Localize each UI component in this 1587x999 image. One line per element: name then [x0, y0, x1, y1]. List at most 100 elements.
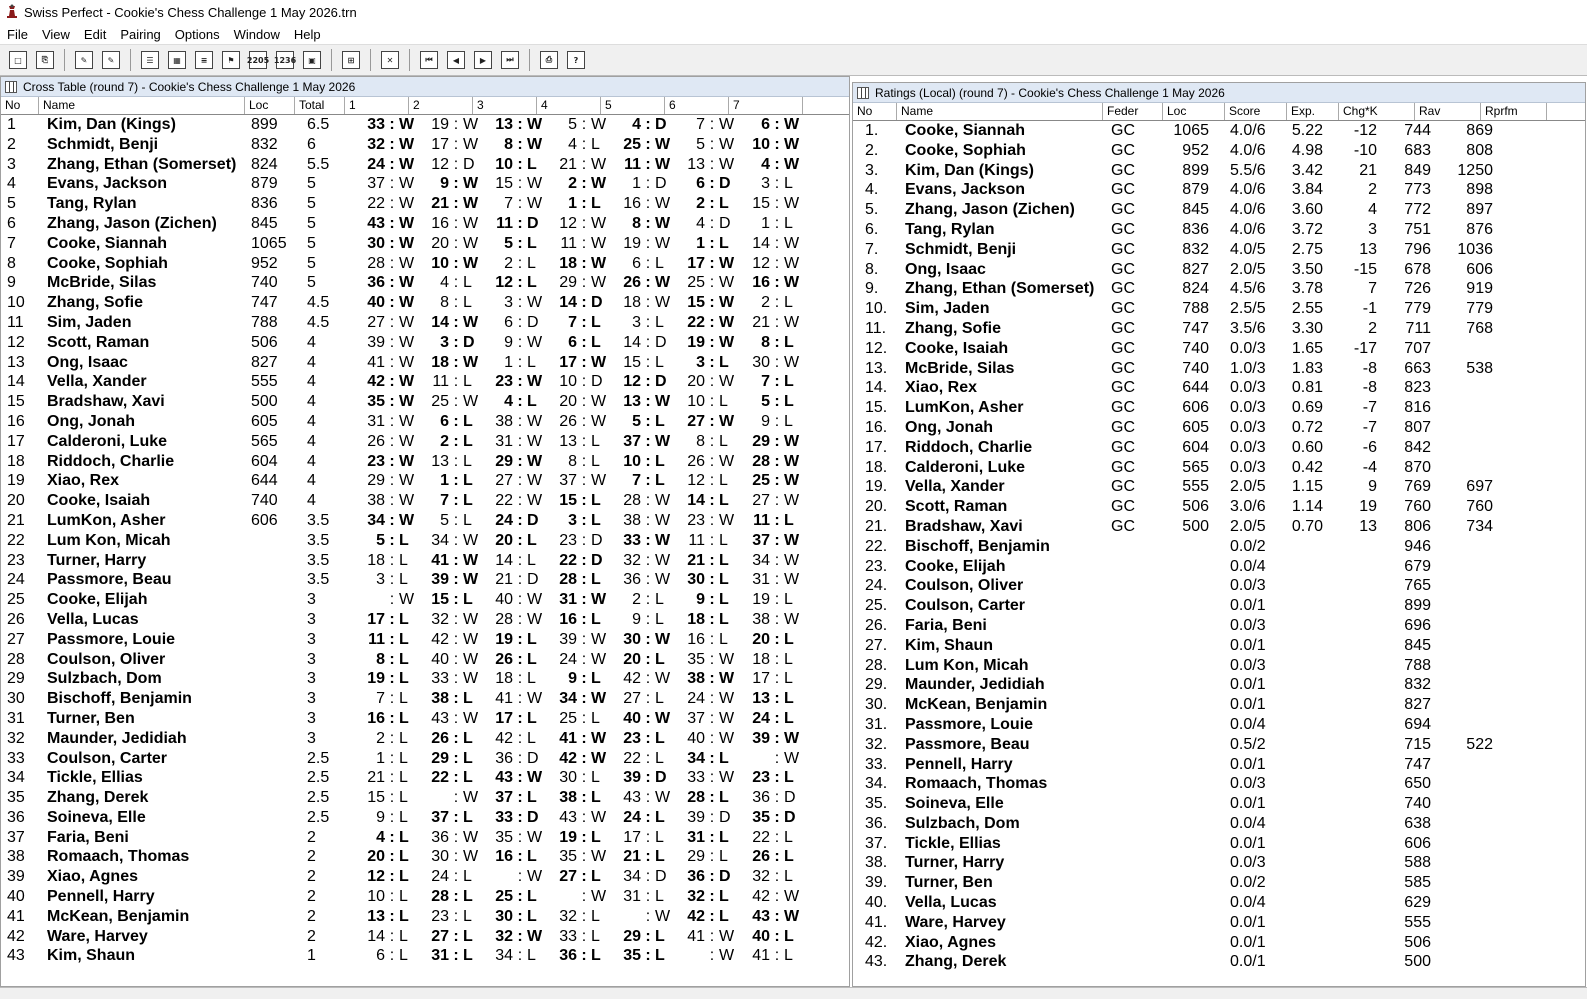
ratings-header-rprfm[interactable]: Rprfm	[1481, 103, 1547, 120]
table-row[interactable]: 41 McKean, Benjamin 2 13: L 23: L 30: L 32: L: W 42:…	[1, 907, 849, 927]
table-row[interactable]: 18 Riddoch, Charlie 604 4 23: W 13: L 29: W 8: L 10:…	[1, 452, 849, 472]
table-row[interactable]: 5 Tang, Rylan 836 5 22: W 21: W 7: W 1: L 16: W 2: L 15:…	[1, 194, 849, 214]
table-row[interactable]: 16. Ong, Jonah GC 605 0.0/3 0.72 -7 807	[853, 418, 1585, 438]
pencil-check-button[interactable]: ✎	[99, 48, 123, 72]
cross-header-5[interactable]: 5	[601, 97, 665, 114]
new-tournament-button[interactable]: □	[6, 48, 30, 72]
ratings-header-loc[interactable]: Loc	[1163, 103, 1225, 120]
table-row[interactable]: 9 McBride, Silas 740 5 36: W 4: L 12: L 29: W 26: W 25…	[1, 273, 849, 293]
table-row[interactable]: 34. Romaach, Thomas 0.0/3 650	[853, 774, 1585, 794]
table-row[interactable]: 29. Maunder, Jedidiah 0.0/1 832	[853, 675, 1585, 695]
table-row[interactable]: 12 Scott, Raman 506 4 39: W 3: D 9: W 6: L 14: D 19: W 8…	[1, 333, 849, 353]
table-row[interactable]: 8. Ong, Isaac GC 827 2.0/5 3.50 -15 678 606	[853, 260, 1585, 280]
table-row[interactable]: 22 Lum Kon, Micah 3.5 5: L 34: W 20: L 23: D 33: W 11…	[1, 531, 849, 551]
ratings-header-name[interactable]: Name	[897, 103, 1103, 120]
flags-button[interactable]: ⚑	[219, 48, 243, 72]
menu-item-options[interactable]: Options	[168, 27, 227, 42]
table-row[interactable]: 27 Passmore, Louie 3 11: L 42: W 19: L 39: W 30: W 16…	[1, 630, 849, 650]
table-row[interactable]: 27. Kim, Shaun 0.0/1 845	[853, 636, 1585, 656]
table-row[interactable]: 42. Xiao, Agnes 0.0/1 506	[853, 933, 1585, 953]
table-row[interactable]: 33. Pennell, Harry 0.0/1 747	[853, 755, 1585, 775]
table-row[interactable]: 21 LumKon, Asher 606 3.5 34: W 5: L 24: D 3: L 38: W 2…	[1, 511, 849, 531]
table-row[interactable]: 28. Lum Kon, Micah 0.0/3 788	[853, 656, 1585, 676]
table-row[interactable]: 36 Soineva, Elle 2.5 9: L 37: L 33: D 43: W 24: L 39:…	[1, 808, 849, 828]
ratings-header-feder[interactable]: Feder	[1103, 103, 1163, 120]
cross-header-6[interactable]: 6	[665, 97, 729, 114]
table-row[interactable]: 26 Vella, Lucas 3 17: L 32: W 28: W 16: L 9: L 18: L 38…	[1, 610, 849, 630]
open-tournament-button[interactable]: ⎘	[33, 48, 57, 72]
cross-header-3[interactable]: 3	[473, 97, 537, 114]
table-row[interactable]: 34 Tickle, Ellias 2.5 21: L 22: L 43: W 30: L 39: D 3…	[1, 768, 849, 788]
prev-round-button[interactable]: ◀	[444, 48, 468, 72]
score-2205-button[interactable]: 2205	[246, 48, 270, 72]
table-row[interactable]: 26. Faria, Beni 0.0/3 696	[853, 616, 1585, 636]
table-row[interactable]: 28 Coulson, Oliver 3 8: L 40: W 26: L 24: W 20: L 35:…	[1, 650, 849, 670]
cross-header-name[interactable]: Name	[39, 97, 245, 114]
ratings-header-chgk[interactable]: Chg*K	[1339, 103, 1415, 120]
cross-header-7[interactable]: 7	[729, 97, 803, 114]
table-row[interactable]: 4. Evans, Jackson GC 879 4.0/6 3.84 2 773 898	[853, 180, 1585, 200]
next-round-button[interactable]: ▶	[471, 48, 495, 72]
table-row[interactable]: 19. Vella, Xander GC 555 2.0/5 1.15 9 769 697	[853, 477, 1585, 497]
cross-header-loc[interactable]: Loc	[245, 97, 295, 114]
table-row[interactable]: 35 Zhang, Derek 2.5 15: L: W 37: L 38: L 43: W 28: L 3…	[1, 788, 849, 808]
table-row[interactable]: 18. Calderoni, Luke GC 565 0.0/3 0.42 -4 870	[853, 458, 1585, 478]
table-row[interactable]: 19 Xiao, Rex 644 4 29: W 1: L 27: W 37: W 7: L 12: L 25:…	[1, 471, 849, 491]
last-round-button[interactable]: ⏭	[498, 48, 522, 72]
table-row[interactable]: 39 Xiao, Agnes 2 12: L 24: L: W 27: L 34: D 36: D 32: L	[1, 867, 849, 887]
table-row[interactable]: 10. Sim, Jaden GC 788 2.5/5 2.55 -1 779 779	[853, 299, 1585, 319]
cross-table-button[interactable]: ▦	[165, 48, 189, 72]
menu-item-edit[interactable]: Edit	[77, 27, 113, 42]
table-row[interactable]: 21. Bradshaw, Xavi GC 500 2.0/5 0.70 13 806 734	[853, 517, 1585, 537]
cross-header-total[interactable]: Total	[295, 97, 345, 114]
table-row[interactable]: 14. Xiao, Rex GC 644 0.0/3 0.81 -8 823	[853, 378, 1585, 398]
table-button[interactable]: ⊞	[339, 48, 363, 72]
help-button[interactable]: ?	[564, 48, 588, 72]
table-row[interactable]: 20. Scott, Raman GC 506 3.0/6 1.14 19 760 760	[853, 497, 1585, 517]
table-row[interactable]: 32 Maunder, Jedidiah 3 2: L 26: L 42: L 41: W 23: L 4…	[1, 729, 849, 749]
ratings-header-rav[interactable]: Rav	[1415, 103, 1481, 120]
table-row[interactable]: 25. Coulson, Carter 0.0/1 899	[853, 596, 1585, 616]
cross-header-1[interactable]: 1	[345, 97, 409, 114]
table-row[interactable]: 23. Cooke, Elijah 0.0/4 679	[853, 557, 1585, 577]
table-row[interactable]: 3 Zhang, Ethan (Somerset) 824 5.5 24: W 12: D 10…	[1, 155, 849, 175]
table-row[interactable]: 1. Cooke, Siannah GC 1065 4.0/6 5.22 -12 744 869	[853, 121, 1585, 141]
table-row[interactable]: 2. Cooke, Sophiah GC 952 4.0/6 4.98 -10 683 808	[853, 141, 1585, 161]
table-row[interactable]: 29 Sulzbach, Dom 3 19: L 33: W 18: L 9: L 42: W 38: W 1…	[1, 669, 849, 689]
table-row[interactable]: 6. Tang, Rylan GC 836 4.0/6 3.72 3 751 876	[853, 220, 1585, 240]
cross-header-2[interactable]: 2	[409, 97, 473, 114]
table-row[interactable]: 35. Soineva, Elle 0.0/1 740	[853, 794, 1585, 814]
menu-item-window[interactable]: Window	[227, 27, 287, 42]
table-row[interactable]: 12. Cooke, Isaiah GC 740 0.0/3 1.65 -17 707	[853, 339, 1585, 359]
cross-header-no[interactable]: No	[1, 97, 39, 114]
table-row[interactable]: 43 Kim, Shaun 1 6: L 31: L 34: L 36: L 35: L: W 41: L	[1, 946, 849, 966]
menu-item-view[interactable]: View	[35, 27, 77, 42]
table-row[interactable]: 8 Cooke, Sophiah 952 5 28: W 10: W 2: L 18: W 6: L 17:…	[1, 254, 849, 274]
table-row[interactable]: 14 Vella, Xander 555 4 42: W 11: L 23: W 10: D 12: D 2…	[1, 372, 849, 392]
table-row[interactable]: 33 Coulson, Carter 2.5 1: L 29: L 36: D 42: W 22: L 3…	[1, 749, 849, 769]
table-row[interactable]: 20 Cooke, Isaiah 740 4 38: W 7: L 22: W 15: L 28: W 14…	[1, 491, 849, 511]
table-row[interactable]: 31 Turner, Ben 3 16: L 43: W 17: L 25: L 40: W 37: W 24…	[1, 709, 849, 729]
table-row[interactable]: 13. McBride, Silas GC 740 1.0/3 1.83 -8 663 538	[853, 359, 1585, 379]
print-button[interactable]: ⎙	[537, 48, 561, 72]
table-row[interactable]: 6 Zhang, Jason (Zichen) 845 5 43: W 16: W 11: D 12…	[1, 214, 849, 234]
table-row[interactable]: 40 Pennell, Harry 2 10: L 28: L 25: L: W 31: L 32: L 4…	[1, 887, 849, 907]
table-row[interactable]: 31. Passmore, Louie 0.0/4 694	[853, 715, 1585, 735]
menu-item-help[interactable]: Help	[287, 27, 328, 42]
table-row[interactable]: 36. Sulzbach, Dom 0.0/4 638	[853, 814, 1585, 834]
table-row[interactable]: 23 Turner, Harry 3.5 18: L 41: W 14: L 22: D 32: W 21…	[1, 551, 849, 571]
pencil-button[interactable]: ✎	[72, 48, 96, 72]
table-row[interactable]: 41. Ware, Harvey 0.0/1 555	[853, 913, 1585, 933]
table-row[interactable]: 2 Schmidt, Benji 832 6 32: W 17: W 8: W 4: L 25: W 5: W…	[1, 135, 849, 155]
table-row[interactable]: 24 Passmore, Beau 3.5 3: L 39: W 21: D 28: L 36: W 30…	[1, 570, 849, 590]
table-row[interactable]: 3. Kim, Dan (Kings) GC 899 5.5/6 3.42 21 849 125…	[853, 161, 1585, 181]
ratings-header-exp[interactable]: Exp.	[1287, 103, 1339, 120]
table-row[interactable]: 9. Zhang, Ethan (Somerset) GC 824 4.5/6 3.78 7…	[853, 279, 1585, 299]
table-row[interactable]: 7 Cooke, Siannah 1065 5 30: W 20: W 5: L 11: W 19: W 1…	[1, 234, 849, 254]
menu-item-pairing[interactable]: Pairing	[113, 27, 167, 42]
image-button[interactable]: ▣	[300, 48, 324, 72]
table-row[interactable]: 13 Ong, Isaac 827 4 41: W 18: W 1: L 17: W 15: L 3: L 30…	[1, 353, 849, 373]
table-row[interactable]: 4 Evans, Jackson 879 5 37: W 9: W 15: W 2: W 1: D 6: D 3…	[1, 174, 849, 194]
table-row[interactable]: 30. McKean, Benjamin 0.0/1 827	[853, 695, 1585, 715]
players-list-button[interactable]: ☰	[138, 48, 162, 72]
